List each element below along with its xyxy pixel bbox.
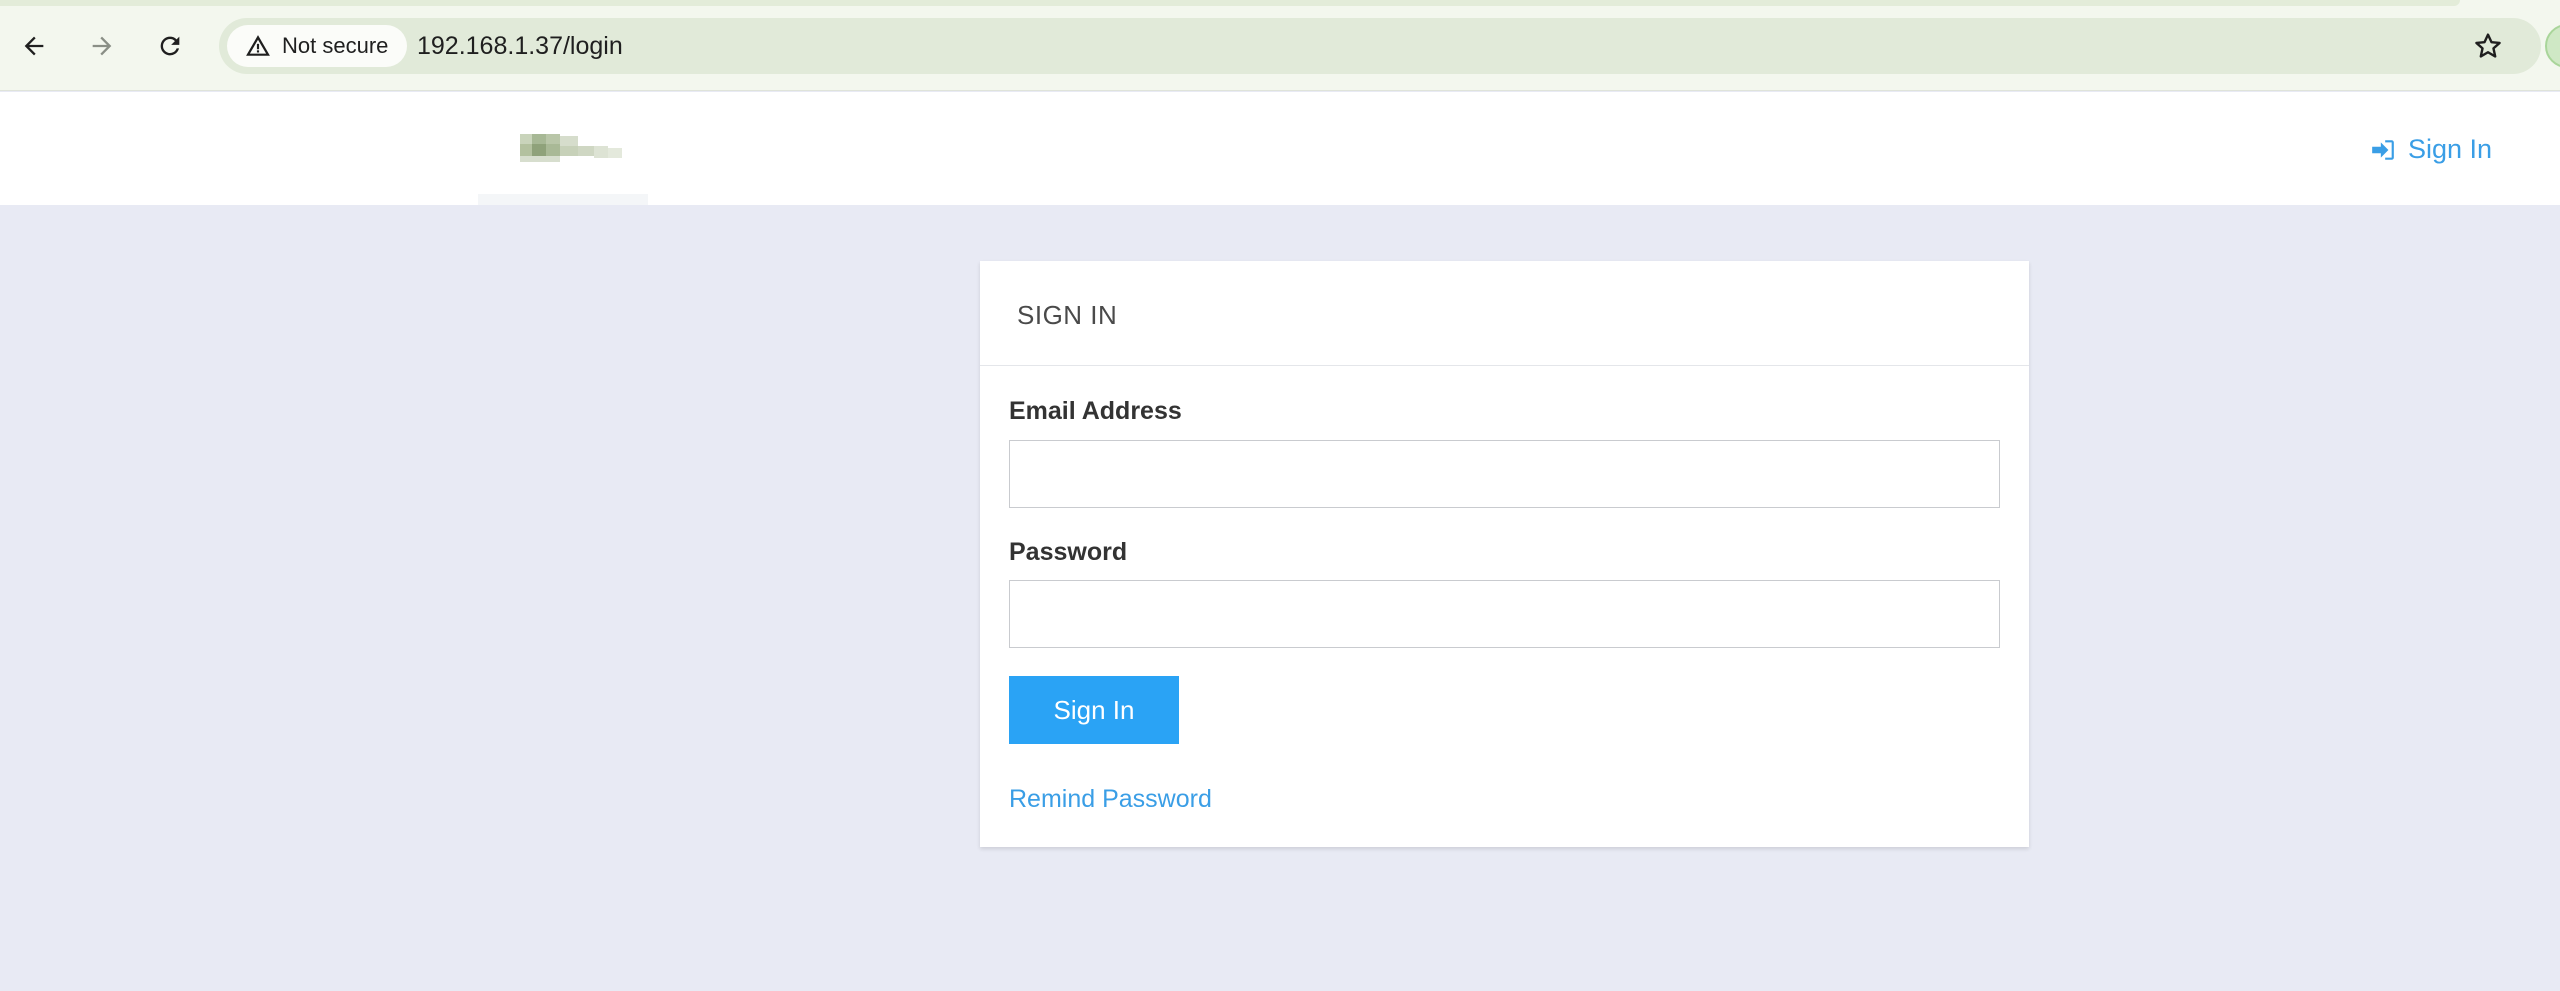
sign-in-button[interactable]: Sign In xyxy=(1009,676,1179,744)
password-field[interactable] xyxy=(1009,580,2000,648)
reload-button[interactable] xyxy=(148,24,192,68)
panel-title: SIGN IN xyxy=(1017,300,1118,330)
url-text[interactable]: 192.168.1.37/login xyxy=(417,34,623,59)
login-panel: SIGN IN Email Address Password Sign In R… xyxy=(980,261,2029,847)
panel-heading: SIGN IN xyxy=(980,261,2029,366)
back-button[interactable] xyxy=(12,24,56,68)
site-header: Sign In xyxy=(0,92,2560,205)
browser-toolbar: Not secure 192.168.1.37/login xyxy=(0,0,2560,91)
tab-strip-edge xyxy=(0,0,2460,6)
email-label: Email Address xyxy=(1009,397,1182,425)
password-label: Password xyxy=(1009,538,1128,566)
address-bar[interactable]: Not secure 192.168.1.37/login xyxy=(219,18,2541,74)
warning-icon xyxy=(246,35,270,56)
reload-icon xyxy=(160,36,180,56)
back-arrow-icon xyxy=(24,36,44,56)
remind-password-link[interactable]: Remind Password xyxy=(1009,785,1212,814)
header-sign-in-link[interactable]: Sign In xyxy=(2370,134,2492,165)
bookmark-button[interactable] xyxy=(2466,24,2510,68)
header-sign-in-label: Sign In xyxy=(2408,134,2493,164)
security-label: Not secure xyxy=(282,33,389,58)
logo-underline xyxy=(478,194,648,205)
bookmark-star-icon xyxy=(2475,33,2501,58)
site-logo[interactable] xyxy=(520,134,624,164)
profile-avatar[interactable] xyxy=(2545,24,2560,68)
sign-in-icon xyxy=(2372,139,2394,160)
forward-arrow-icon xyxy=(92,36,112,56)
forward-button[interactable] xyxy=(80,24,124,68)
email-field[interactable] xyxy=(1009,440,2000,508)
security-indicator[interactable]: Not secure xyxy=(227,25,407,67)
